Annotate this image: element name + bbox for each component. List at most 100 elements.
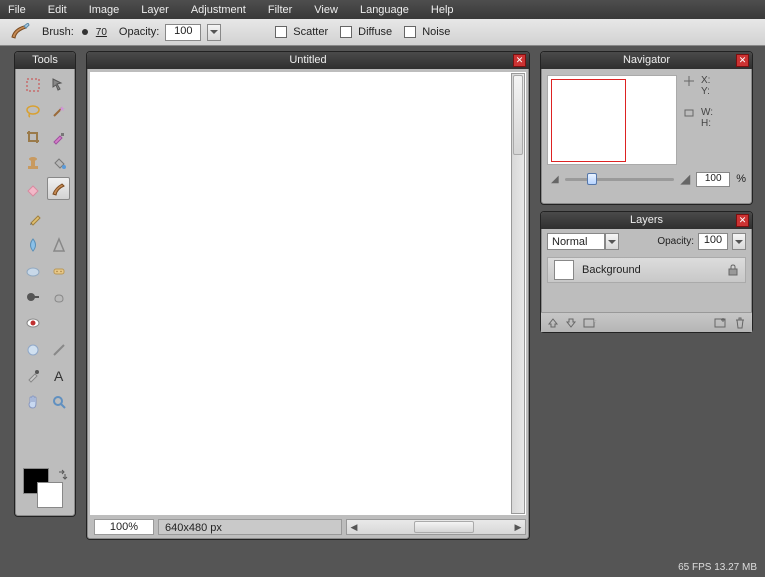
layer-up-icon[interactable]	[547, 317, 559, 329]
layer-thumbnail[interactable]	[554, 260, 574, 280]
menu-file[interactable]: File	[8, 4, 26, 16]
horizontal-scrollbar[interactable]: ◀ ▶	[346, 519, 526, 535]
brush-tool[interactable]	[47, 177, 70, 200]
canvas[interactable]	[90, 72, 526, 515]
close-layers-button[interactable]	[736, 214, 749, 227]
menu-filter[interactable]: Filter	[268, 4, 292, 16]
zoom-tool[interactable]	[47, 390, 70, 413]
blend-mode-select[interactable]: Normal	[547, 233, 605, 250]
vertical-scrollbar[interactable]	[511, 73, 525, 514]
noise-checkbox[interactable]	[404, 26, 416, 38]
layers-panel: Layers Normal Opacity: 100 Background	[540, 211, 753, 333]
zoom-slider-knob[interactable]	[587, 173, 597, 185]
dodge-tool[interactable]	[21, 285, 44, 308]
opacity-label: Opacity:	[119, 26, 159, 38]
menu-adjustment[interactable]: Adjustment	[191, 4, 246, 16]
opacity-dropdown[interactable]	[207, 24, 221, 41]
layer-name[interactable]: Background	[582, 264, 641, 276]
crop-tool[interactable]	[21, 125, 44, 148]
heal-tool[interactable]	[47, 259, 70, 282]
burn-tool[interactable]	[47, 285, 70, 308]
layer-opacity-label: Opacity:	[657, 236, 694, 247]
marquee-tool[interactable]	[21, 73, 44, 96]
scatter-label: Scatter	[293, 26, 328, 38]
document-title: Untitled	[289, 54, 326, 66]
layer-opacity-dropdown[interactable]	[732, 233, 746, 250]
menu-language[interactable]: Language	[360, 4, 409, 16]
move-tool[interactable]	[47, 73, 70, 96]
delete-layer-icon[interactable]	[734, 317, 746, 329]
menu-help[interactable]: Help	[431, 4, 454, 16]
scatter-checkbox[interactable]	[275, 26, 287, 38]
diffuse-option[interactable]: Diffuse	[340, 26, 392, 38]
navigator-title: Navigator	[623, 54, 670, 66]
close-navigator-button[interactable]	[736, 54, 749, 67]
blur-tool[interactable]	[21, 233, 44, 256]
hand-tool[interactable]	[21, 390, 44, 413]
layer-opacity-input[interactable]: 100	[698, 233, 728, 250]
options-bar: Brush: 70 Opacity: 100 Scatter Diffuse N…	[0, 19, 765, 46]
pencil-tool[interactable]	[24, 206, 47, 229]
redeye-tool[interactable]	[21, 311, 44, 334]
layer-fx-icon[interactable]	[583, 317, 597, 329]
line-tool[interactable]	[47, 338, 70, 361]
navigator-viewport-rect[interactable]	[551, 79, 626, 162]
shape-tool[interactable]	[21, 338, 44, 361]
brush-dot-icon	[80, 27, 90, 37]
scatter-option[interactable]: Scatter	[275, 26, 328, 38]
new-layer-icon[interactable]	[714, 317, 728, 329]
navigator-zoom-value[interactable]: 100	[696, 172, 730, 187]
opacity-input[interactable]: 100	[165, 24, 201, 41]
vertical-scroll-thumb[interactable]	[513, 75, 523, 155]
blend-mode-dropdown[interactable]	[605, 233, 619, 250]
background-color[interactable]	[37, 482, 63, 508]
layers-footer	[541, 312, 752, 332]
brush-icon	[10, 23, 30, 41]
wand-tool[interactable]	[47, 99, 70, 122]
zoom-out-icon[interactable]: ◢	[551, 174, 559, 185]
menu-image[interactable]: Image	[89, 4, 120, 16]
sharpen-tool[interactable]	[47, 233, 70, 256]
menu-layer[interactable]: Layer	[141, 4, 169, 16]
lock-icon[interactable]	[727, 264, 739, 276]
scroll-left-arrow[interactable]: ◀	[347, 520, 361, 534]
zoom-in-icon[interactable]: ◢	[680, 171, 690, 187]
opacity-control: Opacity: 100	[119, 24, 221, 41]
horizontal-scroll-thumb[interactable]	[414, 521, 474, 533]
sponge-tool[interactable]	[21, 259, 44, 282]
menu-view[interactable]: View	[314, 4, 338, 16]
eyedropper-tool[interactable]	[21, 364, 44, 387]
document-title-bar[interactable]: Untitled	[87, 52, 529, 69]
color-picker-tool[interactable]	[47, 125, 70, 148]
navigator-panel: Navigator X:Y: W:H: ◢ ◢ 100 %	[540, 51, 753, 205]
menu-bar: File Edit Image Layer Adjustment Filter …	[0, 0, 765, 19]
navigator-title-bar[interactable]: Navigator	[541, 52, 752, 69]
diffuse-checkbox[interactable]	[340, 26, 352, 38]
position-icon	[683, 75, 695, 87]
layer-down-icon[interactable]	[565, 317, 577, 329]
lasso-tool[interactable]	[21, 99, 44, 122]
color-swatches	[23, 468, 69, 508]
nav-x-label: X:	[701, 75, 710, 86]
scroll-right-arrow[interactable]: ▶	[511, 520, 525, 534]
zoom-field[interactable]: 100%	[94, 519, 154, 535]
brush-size-value[interactable]: 70	[96, 27, 107, 38]
zoom-slider[interactable]	[565, 178, 675, 181]
text-tool[interactable]: A	[47, 364, 70, 387]
workspace: Tools A	[0, 46, 765, 577]
fill-tool[interactable]	[47, 151, 70, 174]
tools-panel-title: Tools	[15, 52, 75, 69]
status-bar: 65 FPS 13.27 MB	[678, 562, 757, 573]
close-document-button[interactable]	[513, 54, 526, 67]
stamp-tool[interactable]	[21, 151, 44, 174]
menu-edit[interactable]: Edit	[48, 4, 67, 16]
eraser-tool[interactable]	[21, 177, 44, 200]
navigator-preview[interactable]	[547, 75, 677, 165]
noise-option[interactable]: Noise	[404, 26, 450, 38]
brush-label: Brush:	[42, 26, 74, 38]
navigator-zoom-percent: %	[736, 173, 746, 185]
layer-item[interactable]: Background	[547, 257, 746, 283]
layers-title-bar[interactable]: Layers	[541, 212, 752, 229]
size-icon	[683, 107, 695, 119]
swap-colors-icon[interactable]	[57, 468, 69, 480]
